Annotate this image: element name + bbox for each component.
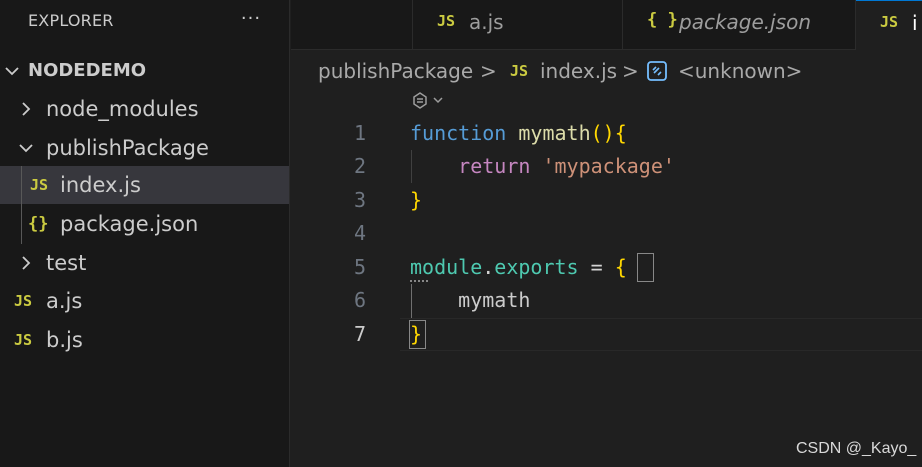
- code-line-3[interactable]: }: [410, 184, 422, 217]
- breadcrumb-separator: >: [480, 59, 497, 83]
- tree-item-node-modules[interactable]: node_modules: [0, 90, 289, 128]
- dot-token: .: [482, 255, 495, 279]
- explorer-header: EXPLORER ···: [0, 0, 290, 42]
- property-token: exports: [494, 255, 579, 279]
- breadcrumb-folder[interactable]: publishPackage: [318, 56, 473, 86]
- json-file-icon: {}: [28, 214, 49, 234]
- tab-empty-space: [291, 0, 413, 50]
- chevron-right-icon: [16, 90, 36, 128]
- tab-index-js[interactable]: JS i: [856, 0, 922, 50]
- tree-item-label: a.js: [46, 289, 83, 313]
- copilot-icon[interactable]: [410, 89, 450, 113]
- tree-root-nodedemo[interactable]: NODEDEMO: [0, 52, 289, 90]
- json-file-icon: { }: [647, 10, 678, 30]
- code-line-2[interactable]: return 'mypackage': [410, 150, 675, 183]
- line-number: 5: [353, 255, 366, 279]
- js-file-icon: JS: [14, 331, 33, 349]
- explorer-sidebar: EXPLORER ··· NODEDEMO node_modules publi…: [0, 0, 290, 467]
- line-number: 6: [353, 288, 366, 312]
- variable-token: module: [410, 255, 483, 279]
- chevron-right-icon: [16, 244, 36, 282]
- line-number: 1: [353, 121, 366, 145]
- code-line-1[interactable]: function mymath(){: [410, 117, 627, 150]
- tree-item-label: index.js: [60, 173, 141, 197]
- current-line-highlight: [400, 318, 922, 351]
- code-line-7[interactable]: }: [410, 318, 422, 351]
- tab-label: i: [912, 11, 918, 35]
- line-number-active: 7: [353, 322, 366, 346]
- tree-item-test[interactable]: test: [0, 244, 289, 282]
- watermark: CSDN @_Kayo_: [796, 440, 917, 457]
- js-file-icon: JS: [437, 12, 456, 30]
- chevron-down-icon: [2, 52, 22, 90]
- tree-item-label: test: [46, 251, 87, 275]
- line-number: 4: [353, 221, 366, 245]
- breadcrumb-file[interactable]: index.js: [540, 56, 617, 86]
- tab-label: a.js: [469, 10, 504, 34]
- explorer-title: EXPLORER: [28, 11, 114, 30]
- function-name-token: mymath: [518, 121, 591, 145]
- tree-item-label: publishPackage: [46, 136, 209, 160]
- brace-token: {: [614, 121, 627, 145]
- editor-tab-bar: JS a.js { } package.json JS i: [291, 0, 922, 50]
- string-token: 'mypackage': [542, 154, 675, 178]
- bracket-match-box: [637, 253, 654, 282]
- operator-token: =: [578, 255, 615, 279]
- root-folder-label: NODEDEMO: [28, 60, 147, 81]
- hint-dots: [410, 277, 428, 282]
- more-actions-icon[interactable]: ···: [238, 6, 264, 32]
- tree-item-b-js[interactable]: JS b.js: [0, 321, 289, 359]
- brace-token: }: [410, 322, 423, 346]
- js-file-icon: JS: [30, 176, 49, 194]
- keyword-token: function: [410, 121, 507, 145]
- paren-token: (): [590, 121, 615, 145]
- tree-indent-guide: [21, 166, 22, 244]
- tab-a-js[interactable]: JS a.js: [413, 0, 623, 50]
- brace-token: }: [410, 188, 423, 212]
- js-file-icon: JS: [880, 13, 899, 31]
- tree-item-index-js[interactable]: JS index.js: [0, 166, 289, 204]
- line-number: 2: [353, 154, 366, 178]
- tree-item-publishpackage[interactable]: publishPackage: [0, 129, 289, 167]
- js-file-icon: JS: [510, 62, 529, 80]
- identifier-token: mymath: [458, 288, 531, 312]
- code-line-5[interactable]: module.exports = {: [410, 251, 627, 284]
- js-file-icon: JS: [14, 292, 33, 310]
- tree-item-label: node_modules: [46, 97, 199, 121]
- tree-item-a-js[interactable]: JS a.js: [0, 282, 289, 320]
- line-number: 3: [353, 188, 366, 212]
- tree-item-package-json[interactable]: {} package.json: [0, 205, 289, 243]
- breadcrumb-symbol[interactable]: <unknown>: [678, 56, 802, 86]
- code-line-6[interactable]: mymath: [410, 284, 530, 317]
- brace-token: {: [614, 255, 627, 279]
- tree-item-label: b.js: [46, 328, 83, 352]
- tab-label: package.json: [679, 10, 812, 34]
- breadcrumb-separator: >: [622, 59, 639, 83]
- return-token: return: [458, 154, 531, 178]
- tree-item-label: package.json: [60, 212, 199, 236]
- chevron-down-icon: [16, 129, 36, 167]
- tab-package-json[interactable]: { } package.json: [623, 0, 856, 50]
